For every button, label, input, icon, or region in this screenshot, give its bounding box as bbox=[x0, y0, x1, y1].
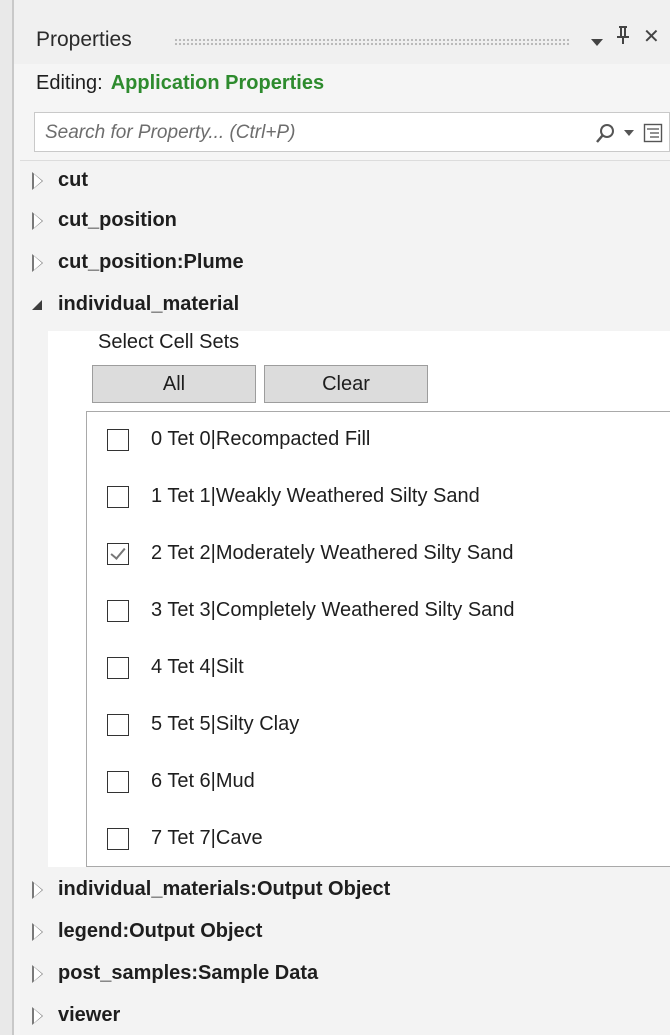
expand-arrow-icon[interactable] bbox=[32, 172, 44, 190]
cell-set-checkbox[interactable] bbox=[107, 429, 129, 451]
expand-arrow-icon[interactable] bbox=[32, 1007, 44, 1025]
panel-titlebar[interactable]: Properties ✕ bbox=[14, 0, 670, 64]
clear-button[interactable]: Clear bbox=[264, 365, 428, 403]
cell-set-checkbox[interactable] bbox=[107, 828, 129, 850]
category-view-icon[interactable] bbox=[643, 123, 663, 143]
tree-item-label: individual_materials:Output Object bbox=[58, 878, 391, 900]
cell-set-label: 6 Tet 6|Mud bbox=[151, 770, 255, 792]
panel-title: Properties bbox=[36, 28, 132, 51]
tree-item-cut-position-plume[interactable]: cut_position:Plume bbox=[20, 243, 670, 283]
expand-arrow-icon[interactable] bbox=[32, 965, 44, 983]
tree-item-label: viewer bbox=[58, 1004, 121, 1026]
tree-item-individual-materials-output[interactable]: individual_materials:Output Object bbox=[20, 870, 670, 910]
cell-set-item[interactable]: 0 Tet 0|Recompacted Fill bbox=[87, 412, 670, 468]
select-all-button[interactable]: All bbox=[92, 365, 256, 403]
cell-set-checkbox[interactable] bbox=[107, 486, 129, 508]
cell-set-item[interactable]: 3 Tet 3|Completely Weathered Silty Sand bbox=[87, 583, 670, 639]
tree-item-label: post_samples:Sample Data bbox=[58, 962, 319, 984]
pin-icon[interactable] bbox=[615, 24, 631, 52]
cell-set-item[interactable]: 6 Tet 6|Mud bbox=[87, 754, 670, 810]
cell-set-label: 5 Tet 5|Silty Clay bbox=[151, 713, 300, 735]
tree-item-individual-material[interactable]: individual_material bbox=[20, 285, 670, 325]
cell-set-label: 0 Tet 0|Recompacted Fill bbox=[151, 428, 371, 450]
tree-item-label: cut_position:Plume bbox=[58, 251, 244, 273]
tree-item-post-samples[interactable]: post_samples:Sample Data bbox=[20, 954, 670, 994]
editing-row: Editing: Application Properties bbox=[36, 72, 324, 95]
cell-set-item[interactable]: 5 Tet 5|Silty Clay bbox=[87, 697, 670, 753]
tree-item-label: legend:Output Object bbox=[58, 920, 263, 942]
properties-panel: Properties ✕ Editing: Application Propert… bbox=[12, 0, 670, 1035]
property-search-box bbox=[34, 112, 670, 152]
tree-item-label: cut bbox=[58, 169, 88, 191]
cell-set-item[interactable]: 4 Tet 4|Silt bbox=[87, 640, 670, 696]
editing-label: Editing: bbox=[36, 72, 103, 94]
expand-arrow-icon[interactable] bbox=[32, 212, 44, 230]
cell-set-label: 3 Tet 3|Completely Weathered Silty Sand bbox=[151, 599, 515, 621]
cell-set-checkbox[interactable] bbox=[107, 771, 129, 793]
cell-set-checkbox-checked[interactable] bbox=[107, 543, 129, 565]
cell-set-item[interactable]: 1 Tet 1|Weakly Weathered Silty Sand bbox=[87, 469, 670, 525]
tree-item-label: individual_material bbox=[58, 293, 240, 315]
close-icon[interactable]: ✕ bbox=[643, 24, 660, 49]
tree-item-cut[interactable]: cut bbox=[20, 161, 670, 201]
chevron-down-icon[interactable] bbox=[590, 36, 604, 50]
editing-value: Application Properties bbox=[110, 72, 325, 94]
expand-arrow-icon[interactable] bbox=[32, 254, 44, 272]
property-search-input[interactable] bbox=[45, 120, 545, 146]
cell-set-checkbox[interactable] bbox=[107, 600, 129, 622]
cell-set-label: 4 Tet 4|Silt bbox=[151, 656, 244, 678]
drag-grip[interactable] bbox=[174, 38, 570, 46]
cell-set-checkbox[interactable] bbox=[107, 714, 129, 736]
tree-item-label: cut_position bbox=[58, 209, 177, 231]
cell-set-checkbox[interactable] bbox=[107, 657, 129, 679]
tree-item-cut-position[interactable]: cut_position bbox=[20, 201, 670, 241]
expand-arrow-icon[interactable] bbox=[32, 881, 44, 899]
cell-sets-list: 0 Tet 0|Recompacted Fill 1 Tet 1|Weakly … bbox=[86, 411, 670, 867]
cell-set-item[interactable]: 7 Tet 7|Cave bbox=[87, 811, 670, 867]
cell-set-label: 7 Tet 7|Cave bbox=[151, 827, 263, 849]
window-edge bbox=[0, 0, 12, 1035]
cell-set-label: 2 Tet 2|Moderately Weathered Silty Sand bbox=[151, 542, 514, 564]
cell-set-label: 1 Tet 1|Weakly Weathered Silty Sand bbox=[151, 485, 480, 507]
expand-arrow-icon[interactable] bbox=[32, 923, 44, 941]
tree-item-legend-output[interactable]: legend:Output Object bbox=[20, 912, 670, 952]
tree-item-viewer[interactable]: viewer bbox=[20, 996, 670, 1035]
select-cell-sets-label: Select Cell Sets bbox=[98, 331, 240, 353]
cell-set-item[interactable]: 2 Tet 2|Moderately Weathered Silty Sand bbox=[87, 526, 670, 582]
search-icon[interactable] bbox=[595, 123, 615, 143]
search-options-dropdown-icon[interactable] bbox=[624, 130, 634, 138]
property-tree: cut cut_position cut_position:Plume indi… bbox=[20, 160, 670, 1035]
collapse-arrow-icon[interactable] bbox=[32, 298, 44, 312]
